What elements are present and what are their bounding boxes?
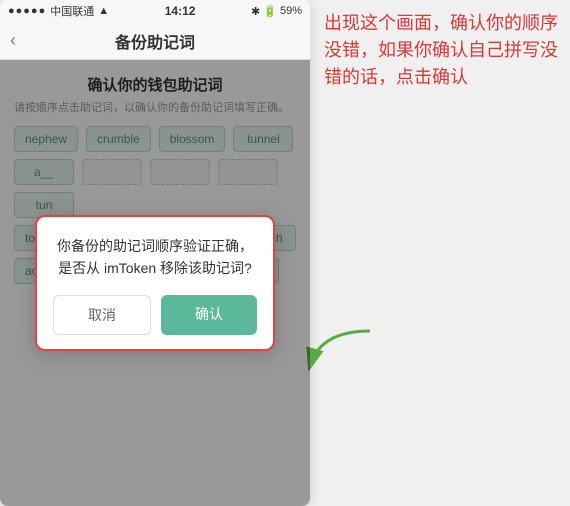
battery-label: 59% [280,5,302,17]
time-label: 14:12 [165,4,196,18]
nav-title: 备份助记词 [115,29,195,53]
modal-message: 你备份的助记词顺序验证正确，是否从 imToken 移除该助记词? [53,235,257,280]
arrow-icon [300,321,380,381]
annotation-text: 出现这个画面，确认你的顺序没错，如果你确认自己拼写没错的话，点击确认 [324,10,560,91]
wifi-icon: ▲ [98,5,109,17]
content-area: 确认你的钱包助记词 请按顺序点击助记词，以确认你的备份助记词填写正确。 neph… [0,60,310,506]
status-right: ✱ 🔋 59% [251,5,302,18]
annotation-panel: 出现这个画面，确认你的顺序没错，如果你确认自己拼写没错的话，点击确认 [310,0,570,506]
modal-overlay: 你备份的助记词顺序验证正确，是否从 imToken 移除该助记词? 取消 确认 [0,60,310,506]
modal-confirm-button[interactable]: 确认 [161,295,257,335]
signal-icon: ●●●●● [8,5,46,17]
modal-buttons: 取消 确认 [53,295,257,335]
status-bar: ●●●●● 中国联通 ▲ 14:12 ✱ 🔋 59% [0,0,310,22]
nav-bar: ‹ 备份助记词 [0,22,310,60]
arrow-container [300,321,380,386]
battery-icon: 🔋 [263,5,277,18]
modal-box: 你备份的助记词顺序验证正确，是否从 imToken 移除该助记词? 取消 确认 [35,215,275,352]
back-button[interactable]: ‹ [10,30,16,51]
carrier-label: 中国联通 [50,3,94,19]
status-left: ●●●●● 中国联通 ▲ [8,3,109,19]
bluetooth-icon: ✱ [251,5,260,18]
modal-cancel-button[interactable]: 取消 [53,295,151,335]
phone-frame: ●●●●● 中国联通 ▲ 14:12 ✱ 🔋 59% ‹ 备份助记词 确认你的钱… [0,0,310,506]
